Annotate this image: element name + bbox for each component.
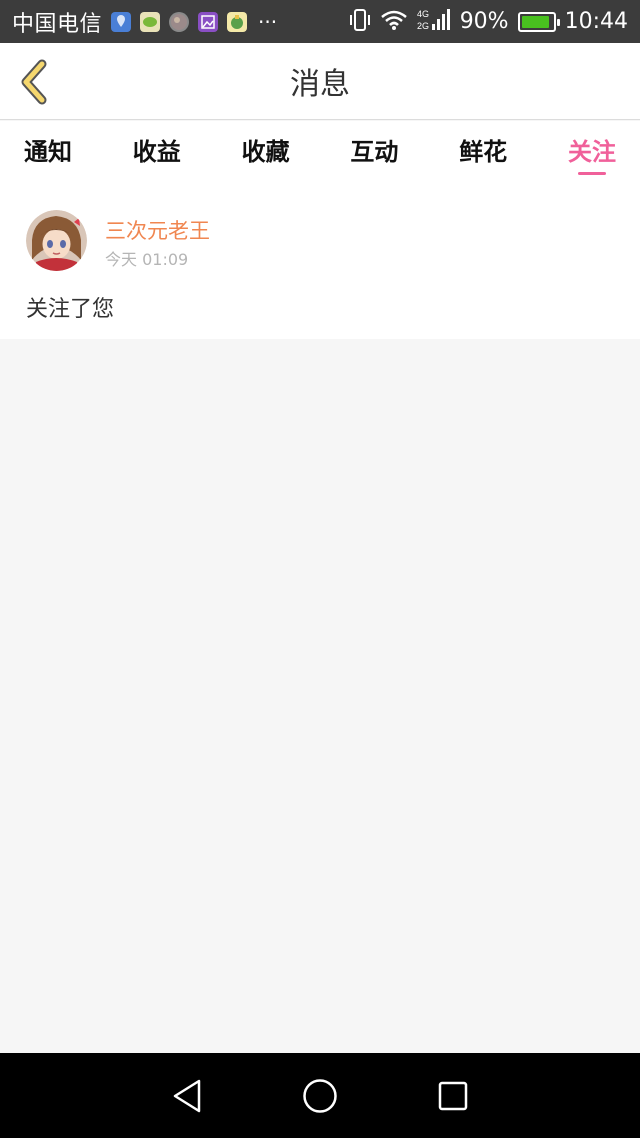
tab-label: 收益	[132, 137, 181, 166]
home-circle-icon	[303, 1078, 337, 1113]
tab-notifications[interactable]: 通知	[24, 121, 72, 177]
status-bar: 中国电信 ··· 4G 2G 90% 10:44	[0, 0, 640, 43]
tab-earnings[interactable]: 收益	[133, 121, 181, 177]
nav-back-button[interactable]	[157, 1066, 217, 1126]
message-text: 关注了您	[26, 297, 115, 322]
carrier-label: 中国电信	[12, 11, 103, 37]
list-item[interactable]: 三次元老王 今天 01:09 关注了您	[0, 181, 640, 339]
status-right: 4G 2G 90% 10:44	[349, 7, 628, 37]
page-title: 消息	[290, 67, 350, 102]
tab-following[interactable]: 关注	[568, 121, 616, 177]
svg-text:4G: 4G	[417, 9, 429, 19]
more-notifications-icon: ···	[258, 9, 278, 34]
vibrate-icon	[349, 8, 371, 36]
recents-square-icon	[439, 1081, 468, 1110]
tab-label: 通知	[24, 137, 72, 166]
nav-recents-button[interactable]	[423, 1066, 483, 1126]
gallery-app-icon	[198, 11, 219, 32]
svg-text:2G: 2G	[417, 21, 429, 31]
location-app-icon	[111, 11, 132, 32]
wifi-icon	[380, 9, 408, 35]
finance-app-icon	[227, 11, 248, 32]
tab-bar: 通知 收益 收藏 互动 鲜花 关注	[0, 121, 640, 181]
back-button[interactable]	[12, 57, 56, 107]
app-header: 消息	[0, 43, 640, 120]
sender-name[interactable]: 三次元老王	[105, 215, 210, 245]
signal-icon: 4G 2G	[417, 7, 451, 37]
status-left: 中国电信 ···	[12, 6, 277, 38]
tab-label: 关注	[567, 137, 616, 166]
back-triangle-icon	[173, 1079, 200, 1112]
battery-icon	[517, 11, 560, 32]
tab-label: 鲜花	[459, 137, 508, 166]
tab-flowers[interactable]: 鲜花	[459, 121, 507, 177]
nav-home-button[interactable]	[290, 1066, 350, 1126]
tab-favorites[interactable]: 收藏	[242, 121, 290, 177]
photo-app-icon	[169, 11, 190, 32]
battery-percent: 90%	[459, 9, 509, 34]
clock: 10:44	[564, 9, 628, 34]
system-nav-bar	[0, 1053, 640, 1138]
tab-label: 互动	[350, 137, 399, 166]
chevron-left-icon	[21, 59, 47, 105]
avatar[interactable]	[26, 210, 87, 271]
battery-fill	[521, 15, 549, 28]
anime-girl-avatar-icon	[26, 210, 87, 271]
chat-app-icon	[140, 11, 161, 32]
tab-interactions[interactable]: 互动	[350, 121, 398, 177]
message-timestamp: 今天 01:09	[105, 250, 189, 269]
active-tab-indicator	[577, 172, 606, 175]
message-list: 三次元老王 今天 01:09 关注了您	[0, 181, 640, 339]
tab-label: 收藏	[241, 137, 290, 166]
